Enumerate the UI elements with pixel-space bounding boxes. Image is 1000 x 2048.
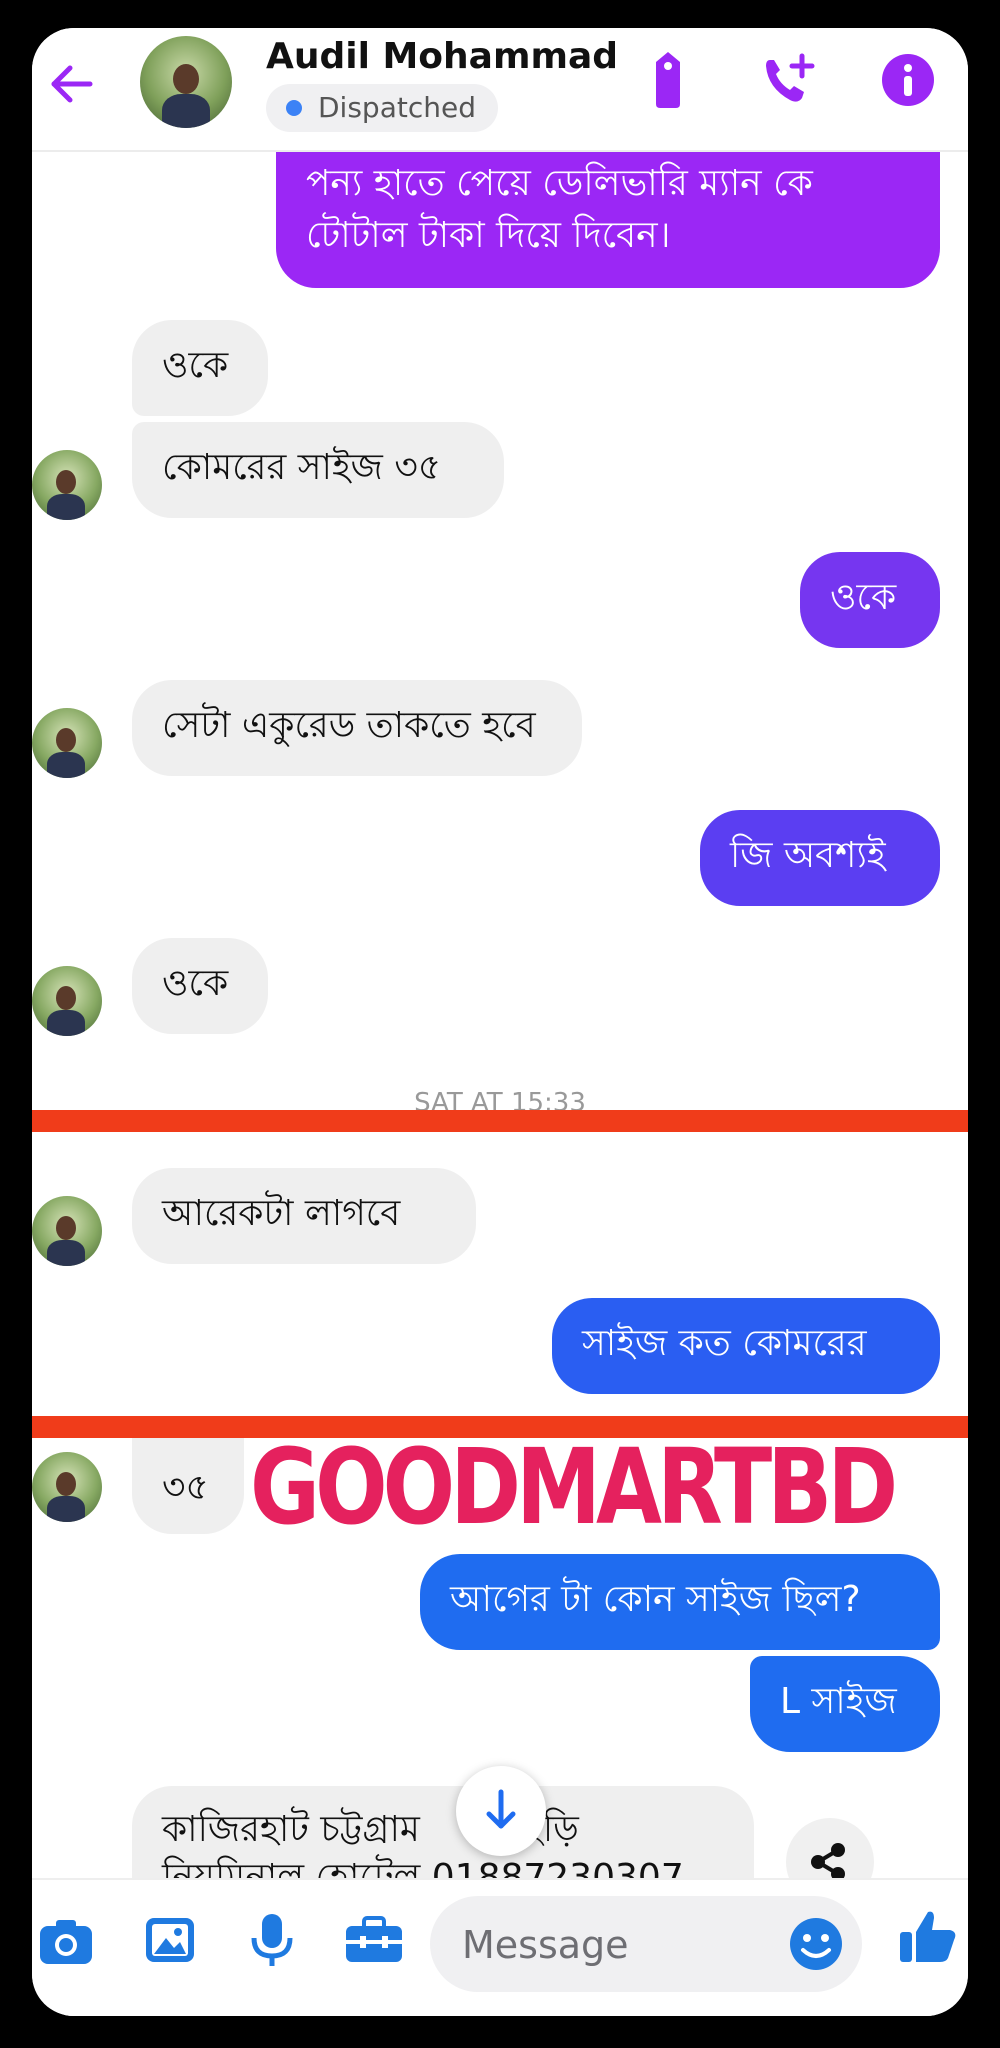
message-input[interactable] xyxy=(460,1896,784,1994)
contact-avatar[interactable] xyxy=(32,708,102,778)
status-dot xyxy=(286,100,302,116)
status-badge[interactable]: Dispatched xyxy=(266,84,498,132)
message-bubble-outgoing[interactable]: ওকে xyxy=(800,552,940,648)
message-bubble-incoming[interactable]: ৩৫ xyxy=(132,1438,244,1534)
contact-avatar[interactable] xyxy=(32,966,102,1036)
message-text: আগের টা কোন সাইজ ছিল? xyxy=(450,1579,861,1620)
message-text: টোটাল টাকা দিয়ে দিবেন। xyxy=(306,215,671,256)
emoji-icon[interactable] xyxy=(784,1912,848,1976)
message-bubble-outgoing[interactable]: L সাইজ xyxy=(750,1656,940,1752)
image-icon[interactable] xyxy=(138,1908,202,1972)
tag-icon[interactable] xyxy=(636,48,700,112)
thumbs-up-icon[interactable] xyxy=(896,1904,960,1968)
message-text: পন্য হাতে পেয়ে ডেলিভারি ম্যান কে xyxy=(306,163,813,204)
message-text: সেটা একুরেড তাকতে হবে xyxy=(162,705,536,746)
message-text: ৩৫ xyxy=(162,1467,209,1508)
message-input-container xyxy=(430,1896,862,1994)
contact-avatar[interactable] xyxy=(32,1452,102,1522)
message-bubble-outgoing[interactable]: পন্য হাতে পেয়ে ডেলিভারি ম্যান কে টোটাল … xyxy=(276,128,940,288)
message-bubble-incoming[interactable]: আরেকটা লাগবে xyxy=(132,1168,476,1264)
microphone-icon[interactable] xyxy=(240,1908,304,1972)
add-call-icon[interactable] xyxy=(756,48,820,112)
message-text: কোমরের সাইজ ৩৫ xyxy=(162,447,442,488)
message-text: জি অবশ্যই xyxy=(730,835,886,876)
arrow-down-icon xyxy=(486,1789,516,1829)
contact-avatar[interactable] xyxy=(140,36,232,128)
message-bubble-outgoing[interactable]: সাইজ কত কোমরের xyxy=(552,1298,940,1394)
chat-header: Audil Mohammad Dispatched xyxy=(32,28,968,152)
scroll-to-bottom-button[interactable] xyxy=(456,1766,546,1856)
message-text: ওকে xyxy=(162,345,229,386)
toolbox-icon[interactable] xyxy=(342,1908,406,1972)
contact-avatar[interactable] xyxy=(32,450,102,520)
message-text: ওকে xyxy=(162,963,229,1004)
phone-screen: পন্য হাতে পেয়ে ডেলিভারি ম্যান কে টোটাল … xyxy=(32,28,968,2016)
info-icon[interactable] xyxy=(876,48,940,112)
chat-thread[interactable]: পন্য হাতে পেয়ে ডেলিভারি ম্যান কে টোটাল … xyxy=(32,28,968,1906)
message-text: L সাইজ xyxy=(780,1681,897,1722)
message-bubble-incoming[interactable]: ওকে xyxy=(132,938,268,1034)
message-text: কাজিরহাট চট্টগ্রাম xyxy=(162,1809,420,1850)
message-text: সাইজ কত কোমরের xyxy=(582,1323,867,1364)
message-bubble-incoming[interactable]: কোমরের সাইজ ৩৫ xyxy=(132,422,504,518)
back-arrow-icon[interactable] xyxy=(44,56,100,112)
timestamp: SAT AT 15:33 xyxy=(414,1088,586,1110)
camera-icon[interactable] xyxy=(34,1908,98,1972)
message-bubble-outgoing[interactable]: আগের টা কোন সাইজ ছিল? xyxy=(420,1554,940,1650)
contact-avatar[interactable] xyxy=(32,1196,102,1266)
status-label: Dispatched xyxy=(318,91,476,124)
message-composer xyxy=(32,1878,968,2016)
message-text: ওকে xyxy=(830,577,897,618)
watermark-text: GOODMARTBD xyxy=(250,1426,898,1548)
contact-name[interactable]: Audil Mohammad xyxy=(266,36,618,77)
message-bubble-incoming[interactable]: সেটা একুরেড তাকতে হবে xyxy=(132,680,582,776)
message-bubble-outgoing[interactable]: জি অবশ্যই xyxy=(700,810,940,906)
message-text: আরেকটা লাগবে xyxy=(162,1193,401,1234)
divider-line xyxy=(32,1110,968,1132)
message-bubble-incoming[interactable]: ওকে xyxy=(132,320,268,416)
